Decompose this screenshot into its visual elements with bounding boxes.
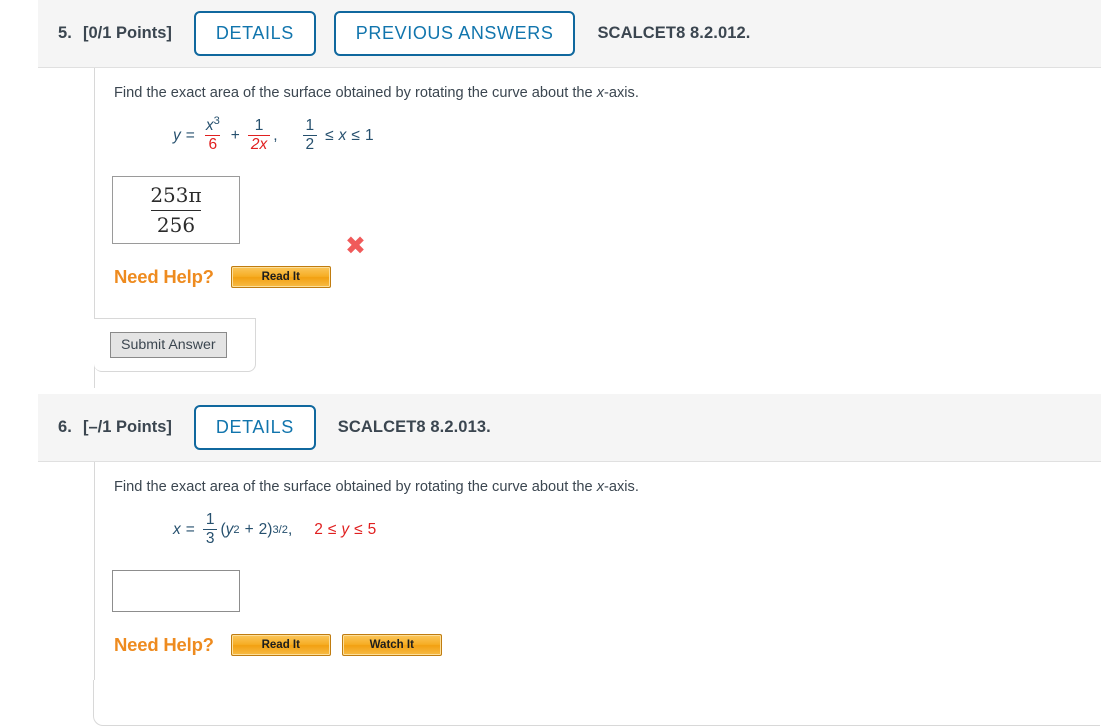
question-5-answer-area: 253π 256 ✖ — [95, 176, 1101, 258]
eq6-lhs: x — [173, 520, 181, 538]
previous-answers-button-5[interactable]: PREVIOUS ANSWERS — [333, 11, 576, 56]
eq5-frac2-numerator: 1 — [254, 116, 264, 134]
assignment-page: 5. [0/1 Points] DETAILS PREVIOUS ANSWERS… — [0, 0, 1101, 726]
details-button-6[interactable]: DETAILS — [193, 405, 316, 450]
eq6-comma: , — [287, 520, 293, 538]
eq5-fraction-2: 1 2x — [247, 116, 271, 154]
need-help-row-5: Need Help? Read It — [95, 266, 1101, 289]
eq5-comma: , — [273, 126, 278, 144]
question-5-points: [0/1 Points] — [82, 24, 172, 42]
question-6-body: Find the exact area of the surface obtai… — [94, 462, 1101, 680]
question-6-prompt: Find the exact area of the surface obtai… — [95, 462, 1101, 498]
watch-it-button-6[interactable]: Watch It — [341, 634, 442, 657]
eq5-bound-variable: x — [338, 126, 347, 144]
answer-numerator-5: 253π — [150, 183, 202, 208]
eq5-frac2-denominator: 2x — [247, 135, 271, 154]
eq6-upper-bound: 5 — [367, 520, 377, 538]
question-6-header: 6. [–/1 Points] DETAILS SCALCET8 8.2.013… — [38, 394, 1101, 462]
question-6-equation: x = 1 3 ( y 2 + 2 ) 3/2 , 2 ≤ y ≤ 5 — [173, 510, 377, 548]
eq6-plus: + — [244, 520, 254, 538]
answer-fraction-5: 253π 256 — [144, 183, 207, 237]
question-5-body: Find the exact area of the surface obtai… — [94, 68, 1101, 388]
answer-denominator-5: 256 — [150, 209, 202, 237]
eq6-frac-numerator: 1 — [205, 510, 215, 528]
question-block-6: 6. [–/1 Points] DETAILS SCALCET8 8.2.013… — [0, 394, 1101, 726]
submit-answer-container-5: Submit Answer — [94, 318, 256, 373]
eq5-plus: + — [230, 126, 240, 144]
eq5-equals: = — [185, 126, 195, 144]
eq5-frac1-num-base: x — [205, 116, 214, 134]
eq6-le-2: ≤ — [354, 520, 363, 538]
submit-answer-button-5[interactable]: Submit Answer — [110, 332, 227, 359]
eq6-variable: y — [225, 520, 234, 538]
prompt-text-before: Find the exact area of the surface obtai… — [114, 85, 597, 101]
question-6-panel-bottom — [93, 680, 1101, 726]
prompt-text-after-6: -axis. — [604, 479, 639, 495]
panel-bottom-border — [93, 680, 1100, 726]
eq6-le-1: ≤ — [327, 520, 337, 538]
eq5-frac1-num-exponent: 3 — [213, 114, 220, 127]
prompt-variable: x — [596, 85, 605, 101]
prompt-text-after: -axis. — [604, 85, 639, 101]
details-button-5[interactable]: DETAILS — [193, 11, 316, 56]
eq6-constant: 2 — [258, 520, 268, 538]
eq5-le-2: ≤ — [351, 126, 360, 144]
incorrect-x-icon: ✖ — [345, 231, 366, 261]
eq5-frac1-numerator: x3 — [203, 114, 223, 136]
prompt-text-before-6: Find the exact area of the surface obtai… — [114, 479, 597, 495]
answer-input-5[interactable]: 253π 256 — [112, 176, 240, 245]
eq5-frac1-denominator: 6 — [205, 135, 221, 154]
need-help-row-6: Need Help? Read It Watch It — [95, 634, 1101, 657]
question-5-equation: y = x3 6 + 1 2x , 1 2 ≤ x ≤ 1 — [95, 114, 1101, 154]
question-5-prompt: Find the exact area of the surface obtai… — [95, 68, 1101, 104]
eq5-upper-bound: 1 — [364, 126, 374, 144]
eq5-lhs: y — [173, 126, 181, 144]
eq6-equals: = — [185, 520, 195, 538]
eq6-lower-bound: 2 — [314, 520, 323, 538]
eq6-fraction: 1 3 — [202, 510, 218, 548]
read-it-button-6[interactable]: Read It — [230, 634, 331, 657]
eq6-bound-variable: y — [341, 520, 350, 538]
question-6-code: SCALCET8 8.2.013. — [337, 418, 491, 436]
eq5-bound-denominator: 2 — [302, 135, 318, 154]
read-it-button-5[interactable]: Read It — [230, 266, 331, 289]
eq5-bound-fraction: 1 2 — [302, 116, 318, 154]
eq5-bound-numerator: 1 — [305, 116, 315, 134]
question-5-number: 5. — [58, 24, 72, 42]
eq5-fraction-1: x3 6 — [203, 114, 223, 154]
eq5-le-1: ≤ — [325, 126, 334, 144]
question-5-header: 5. [0/1 Points] DETAILS PREVIOUS ANSWERS… — [38, 0, 1101, 68]
answer-input-6[interactable] — [112, 570, 240, 613]
question-6-points: [–/1 Points] — [82, 418, 172, 436]
need-help-label-5: Need Help? — [114, 266, 214, 288]
question-block-5: 5. [0/1 Points] DETAILS PREVIOUS ANSWERS… — [0, 0, 1101, 388]
need-help-label-6: Need Help? — [114, 634, 214, 656]
question-6-number: 6. — [58, 418, 72, 436]
eq6-frac-denominator: 3 — [202, 529, 218, 548]
prompt-variable-6: x — [596, 479, 605, 495]
question-5-code: SCALCET8 8.2.012. — [597, 24, 751, 42]
